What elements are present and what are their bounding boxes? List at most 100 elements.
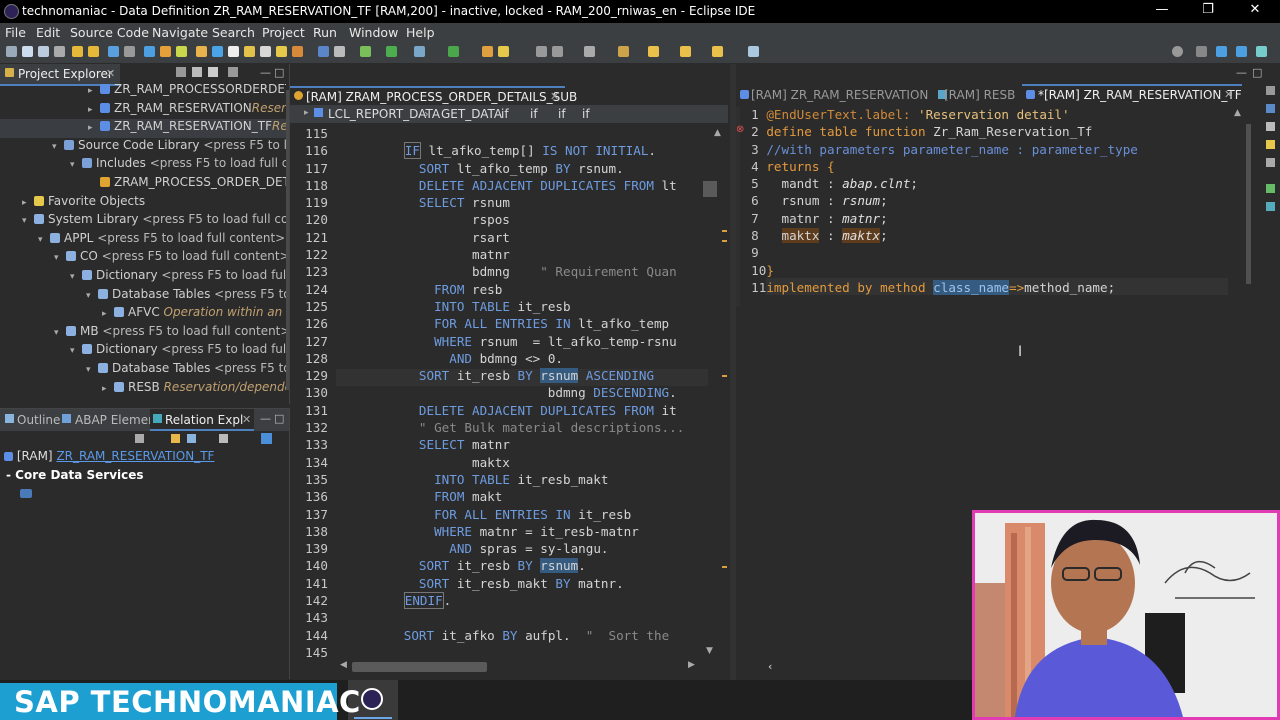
breadcrumb-if-2[interactable]: if bbox=[530, 107, 538, 121]
check-icon[interactable] bbox=[144, 46, 155, 57]
editor2-code-area[interactable]: ⊗ 1 @EndUserText.label: 'Reservation det… bbox=[736, 104, 1252, 506]
breadcrumb-if-3[interactable]: if bbox=[558, 107, 566, 121]
where-used-icon[interactable] bbox=[292, 46, 303, 57]
collapse-all-icon[interactable] bbox=[176, 67, 186, 77]
scroll-down-icon[interactable]: ▼ bbox=[706, 646, 713, 656]
back-icon[interactable] bbox=[135, 434, 144, 443]
debug-icon[interactable] bbox=[360, 46, 371, 57]
tree-toggle-icon[interactable]: ▸ bbox=[88, 123, 100, 133]
minimize-view-icon[interactable]: — bbox=[260, 66, 271, 79]
breadcrumb-if-4[interactable]: if bbox=[582, 107, 590, 121]
tree-item[interactable]: ▸ AFVC Operation within an o bbox=[0, 305, 286, 324]
close-icon[interactable]: ✕ bbox=[1224, 88, 1233, 101]
tree-item[interactable]: ▾MB <press F5 to load full content> A bbox=[0, 324, 286, 343]
minimize-button[interactable]: — bbox=[1152, 2, 1172, 20]
editor1-vscroll-thumb[interactable] bbox=[703, 181, 717, 197]
external-tools-icon[interactable] bbox=[414, 46, 425, 57]
sync-icon[interactable] bbox=[261, 433, 272, 444]
word-wrap-icon[interactable] bbox=[536, 46, 547, 57]
tree-toggle-icon[interactable]: ▾ bbox=[86, 365, 98, 375]
favorites-icon[interactable] bbox=[276, 46, 287, 57]
tree-toggle-icon[interactable]: ▸ bbox=[88, 86, 100, 96]
java-perspective-icon[interactable] bbox=[1236, 46, 1247, 57]
tree-toggle-icon[interactable]: ▾ bbox=[54, 253, 66, 263]
overview-marker[interactable] bbox=[722, 240, 727, 242]
filter-icon[interactable] bbox=[208, 67, 218, 77]
overview-marker[interactable] bbox=[722, 230, 727, 232]
format-icon[interactable] bbox=[212, 46, 223, 57]
refresh-icon[interactable] bbox=[171, 434, 180, 443]
tree-toggle-icon[interactable]: ▾ bbox=[70, 346, 82, 356]
tree-item[interactable]: ▸ RESB Reservation/dependen bbox=[0, 380, 286, 399]
tree-toggle-icon[interactable]: ▾ bbox=[52, 142, 64, 152]
transport-organizer-icon[interactable] bbox=[1266, 202, 1275, 211]
problems-icon[interactable] bbox=[1266, 122, 1275, 131]
tab-outline[interactable]: Outline bbox=[17, 413, 60, 427]
tree-item[interactable]: ZRAM_PROCESS_ORDER_DETAIL bbox=[0, 175, 286, 194]
editor2-vscroll-thumb[interactable] bbox=[1246, 124, 1251, 284]
scroll-left-icon[interactable]: ◀ bbox=[340, 660, 347, 670]
scroll-right-icon[interactable]: ▶ bbox=[688, 660, 695, 670]
editor1-hscroll-thumb[interactable] bbox=[352, 662, 487, 672]
show-whitespace-icon[interactable] bbox=[552, 46, 563, 57]
tree-item[interactable]: ▾ Includes <press F5 to load full cont bbox=[0, 156, 286, 175]
relation-root[interactable]: [RAM] ZR_RAM_RESERVATION_TF bbox=[4, 449, 214, 463]
tree-item[interactable]: ▾APPL <press F5 to load full content> St… bbox=[0, 231, 286, 250]
relation-root-link[interactable]: ZR_RAM_RESERVATION_TF bbox=[56, 449, 214, 463]
tree-item[interactable]: ▾ Dictionary <press F5 to load full co bbox=[0, 268, 286, 287]
scroll-up-icon[interactable]: ▲ bbox=[1234, 108, 1241, 118]
bookmarks-icon[interactable] bbox=[1266, 140, 1275, 149]
open-object-icon[interactable] bbox=[124, 46, 135, 57]
maximize-view-icon[interactable]: □ bbox=[1252, 66, 1262, 79]
perspective-icon[interactable] bbox=[1196, 46, 1207, 57]
tree-toggle-icon[interactable]: ▾ bbox=[38, 235, 50, 245]
settings-icon[interactable] bbox=[228, 46, 239, 57]
new-icon[interactable] bbox=[6, 46, 17, 57]
tree-toggle-icon[interactable]: ▸ bbox=[102, 309, 114, 319]
save-icon[interactable] bbox=[22, 46, 33, 57]
pencil-icon[interactable] bbox=[334, 46, 345, 57]
scroll-up-icon[interactable]: ▲ bbox=[714, 128, 721, 138]
pin-editor-icon[interactable] bbox=[748, 46, 759, 57]
menu-edit[interactable]: Edit bbox=[36, 25, 60, 40]
toggle-mark-icon[interactable] bbox=[318, 46, 329, 57]
menu-search[interactable]: Search bbox=[212, 25, 255, 40]
console-icon[interactable] bbox=[1266, 158, 1275, 167]
tree-item[interactable]: ▸ ZR_RAM_PROCESSORDERDETAI bbox=[0, 82, 286, 101]
feed-icon[interactable] bbox=[1266, 184, 1275, 193]
tree-toggle-icon[interactable]: ▾ bbox=[70, 272, 82, 282]
debug-perspective-icon[interactable] bbox=[1256, 46, 1267, 57]
view-menu-icon[interactable] bbox=[228, 67, 238, 77]
breadcrumb-method[interactable]: GET_DATA bbox=[441, 107, 502, 121]
tree-toggle-icon[interactable]: ▸ bbox=[88, 105, 100, 115]
link-editor-icon[interactable] bbox=[192, 67, 202, 77]
scroll-left-icon[interactable]: ‹ bbox=[768, 660, 772, 673]
package-icon[interactable] bbox=[196, 46, 207, 57]
maximize-view-icon[interactable]: □ bbox=[274, 412, 284, 425]
back-icon[interactable] bbox=[648, 46, 659, 57]
tree-item[interactable]: ▾CO <press F5 to load full content> Ap bbox=[0, 249, 286, 268]
tree-toggle-icon[interactable]: ▾ bbox=[86, 291, 98, 301]
editor1-hscrollbar[interactable]: ◀ ▶ bbox=[336, 660, 716, 674]
tree-item[interactable]: ▾ Source Code Library <press F5 to load bbox=[0, 138, 286, 157]
open-task-icon[interactable] bbox=[498, 46, 509, 57]
next-annotation-icon[interactable] bbox=[584, 46, 595, 57]
tree-item[interactable]: ▾ Database Tables <press F5 to lo bbox=[0, 287, 286, 306]
last-edit-icon[interactable] bbox=[712, 46, 723, 57]
run-icon[interactable] bbox=[386, 46, 397, 57]
link-icon[interactable] bbox=[187, 434, 196, 443]
tree-item[interactable]: ▾ Database Tables <press F5 to lo bbox=[0, 361, 286, 380]
editor2-tab-resb[interactable]: [RAM] RESB bbox=[934, 86, 1034, 105]
print-icon[interactable] bbox=[54, 46, 65, 57]
redo-icon[interactable] bbox=[88, 46, 99, 57]
tree-item[interactable]: ▸ Favorite Objects bbox=[0, 194, 145, 213]
tree-item[interactable]: ▾ System Library <press F5 to load full c… bbox=[0, 212, 286, 231]
abap-project-icon[interactable] bbox=[108, 46, 119, 57]
cds-entity-icon[interactable] bbox=[20, 489, 32, 498]
tree-item[interactable]: ▾ Dictionary <press F5 to load full co bbox=[0, 342, 286, 361]
breadcrumb-if-1[interactable]: if bbox=[501, 107, 509, 121]
transport-icon[interactable] bbox=[260, 46, 271, 57]
tab-relation-explorer[interactable]: Relation Expl ✕ bbox=[150, 409, 254, 431]
minimize-view-icon[interactable]: — bbox=[1236, 66, 1247, 79]
minimize-view-icon[interactable]: — bbox=[260, 412, 271, 425]
